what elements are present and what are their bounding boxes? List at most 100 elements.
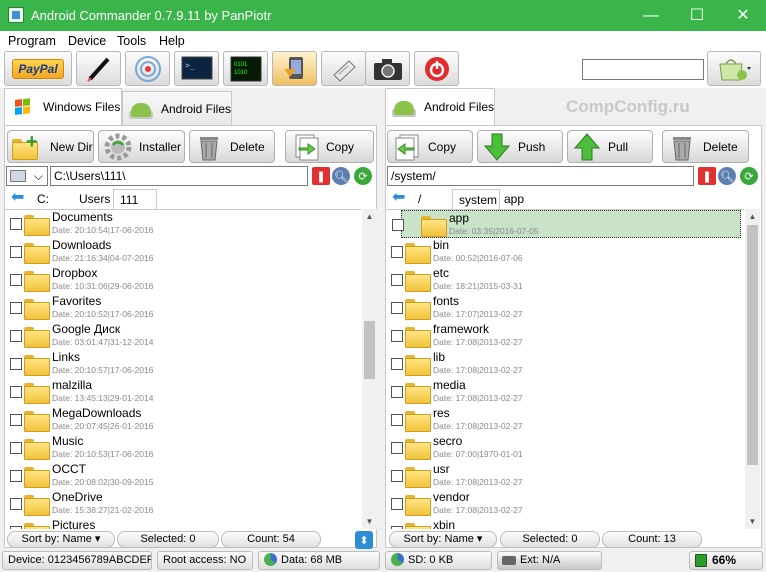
- matrix-button[interactable]: 0101 1010: [223, 51, 268, 86]
- menu-tools[interactable]: Tools: [117, 34, 146, 48]
- list-item[interactable]: Downloads Date: 21:16:34|04-07-2016: [5, 238, 361, 266]
- push-button[interactable]: Push: [477, 130, 563, 163]
- install-button[interactable]: [272, 51, 317, 86]
- new-dir-button[interactable]: + New Dir: [7, 130, 94, 163]
- tab-android-files-right[interactable]: Android Files: [385, 88, 495, 125]
- checkbox[interactable]: [10, 246, 22, 258]
- checkbox[interactable]: [391, 274, 403, 286]
- checkbox[interactable]: [391, 470, 403, 482]
- checkbox[interactable]: [10, 302, 22, 314]
- crumb-app[interactable]: app: [498, 189, 530, 209]
- right-scrollbar[interactable]: ▲ ▼: [745, 209, 760, 529]
- checkbox[interactable]: [10, 442, 22, 454]
- market-button[interactable]: [707, 51, 761, 86]
- list-item[interactable]: Documents Date: 20:10:54|17-06-2016: [5, 210, 361, 238]
- scroll-down-icon[interactable]: ▼: [745, 514, 760, 529]
- list-item[interactable]: usr Date: 17:08|2013-02-27: [386, 462, 744, 490]
- right-delete-button[interactable]: Delete: [662, 130, 749, 163]
- list-item[interactable]: OCCT Date: 20:08:02|30-09-2015: [5, 462, 361, 490]
- list-item[interactable]: Music Date: 20:10:53|17-06-2016: [5, 434, 361, 462]
- wireless-button[interactable]: [125, 51, 170, 86]
- checkbox[interactable]: [391, 358, 403, 370]
- list-item[interactable]: fonts Date: 17:07|2013-02-27: [386, 294, 744, 322]
- tab-android-files[interactable]: Android Files: [122, 91, 232, 125]
- bookmark-icon[interactable]: ❚: [698, 167, 716, 185]
- list-item[interactable]: malzilla Date: 13:45:13|29-01-2014: [5, 378, 361, 406]
- minimize-button[interactable]: —: [628, 0, 674, 31]
- power-button[interactable]: [414, 51, 459, 86]
- list-item[interactable]: vendor Date: 17:08|2013-02-27: [386, 490, 744, 518]
- pull-button[interactable]: Pull: [567, 130, 653, 163]
- checkbox[interactable]: [391, 498, 403, 510]
- checkbox[interactable]: [391, 526, 403, 529]
- screenshot-button[interactable]: [365, 51, 410, 86]
- refresh-icon[interactable]: ⟳: [740, 167, 758, 185]
- list-item[interactable]: app Date: 03:35|2016-07-05: [392, 210, 741, 238]
- terminal-button[interactable]: >_: [174, 51, 219, 86]
- list-item[interactable]: Favorites Date: 20:10:52|17-06-2016: [5, 294, 361, 322]
- list-item[interactable]: Links Date: 20:10:57|17-06-2016: [5, 350, 361, 378]
- checkbox[interactable]: [391, 386, 403, 398]
- checkbox[interactable]: [10, 274, 22, 286]
- scroll-thumb[interactable]: [747, 225, 758, 465]
- checkbox[interactable]: [391, 330, 403, 342]
- drive-select[interactable]: ⌵: [6, 166, 48, 186]
- list-item[interactable]: media Date: 17:08|2013-02-27: [386, 378, 744, 406]
- list-item[interactable]: Pictures: [5, 518, 361, 529]
- checkbox[interactable]: [10, 414, 22, 426]
- menu-help[interactable]: Help: [159, 34, 185, 48]
- checkbox[interactable]: [391, 246, 403, 258]
- list-item[interactable]: MegaDownloads Date: 20:07:45|26-01-2016: [5, 406, 361, 434]
- info-icon[interactable]: ⬍: [355, 531, 373, 549]
- list-item[interactable]: etc Date: 18:21|2015-03-31: [386, 266, 744, 294]
- checkbox[interactable]: [10, 526, 22, 529]
- checkbox[interactable]: [10, 498, 22, 510]
- list-item[interactable]: OneDrive Date: 15:38:27|21-02-2016: [5, 490, 361, 518]
- edit-button[interactable]: [76, 51, 121, 86]
- left-sort-dropdown[interactable]: Sort by: Name ▾: [7, 531, 115, 548]
- crumb-current[interactable]: 111: [113, 189, 157, 209]
- list-item[interactable]: xbin: [386, 518, 744, 529]
- keyboard-button[interactable]: [321, 51, 366, 86]
- scroll-down-icon[interactable]: ▼: [362, 514, 377, 529]
- maximize-button[interactable]: ☐: [674, 0, 720, 31]
- left-path-input[interactable]: C:\Users\111\: [50, 166, 308, 186]
- checkbox[interactable]: [391, 302, 403, 314]
- list-item[interactable]: bin Date: 00:52|2016-07-06: [386, 238, 744, 266]
- menu-device[interactable]: Device: [68, 34, 106, 48]
- scroll-up-icon[interactable]: ▲: [745, 209, 760, 224]
- bookmark-icon[interactable]: ❚: [312, 167, 330, 185]
- checkbox[interactable]: [10, 470, 22, 482]
- scroll-up-icon[interactable]: ▲: [362, 209, 377, 224]
- checkbox[interactable]: [392, 219, 404, 231]
- list-item[interactable]: secro Date: 07:00|1970-01-01: [386, 434, 744, 462]
- right-path-input[interactable]: /system/: [387, 166, 694, 186]
- back-arrow-icon[interactable]: ⬅: [386, 189, 411, 209]
- crumb-system[interactable]: system: [452, 189, 500, 209]
- left-delete-button[interactable]: Delete: [189, 130, 275, 163]
- checkbox[interactable]: [10, 218, 22, 230]
- tab-windows-files[interactable]: Windows Files: [4, 88, 122, 125]
- checkbox[interactable]: [10, 358, 22, 370]
- checkbox[interactable]: [10, 386, 22, 398]
- left-scrollbar[interactable]: ▲ ▼: [362, 209, 377, 529]
- menu-program[interactable]: Program: [8, 34, 56, 48]
- right-copy-button[interactable]: Copy: [387, 130, 473, 163]
- left-copy-button[interactable]: Copy: [285, 130, 374, 163]
- checkbox[interactable]: [10, 330, 22, 342]
- crumb-drive[interactable]: C:: [31, 189, 55, 209]
- close-button[interactable]: ✕: [720, 0, 766, 31]
- toolbar-search-input[interactable]: [582, 59, 704, 80]
- checkbox[interactable]: [391, 414, 403, 426]
- refresh-icon[interactable]: ⟳: [354, 167, 372, 185]
- search-icon[interactable]: 🔍︎: [332, 167, 350, 185]
- crumb-root[interactable]: /: [412, 189, 427, 209]
- checkbox[interactable]: [391, 442, 403, 454]
- list-item[interactable]: Google Диск Date: 03:01:47|31-12-2014: [5, 322, 361, 350]
- search-icon[interactable]: 🔍︎: [718, 167, 736, 185]
- right-sort-dropdown[interactable]: Sort by: Name ▾: [389, 531, 497, 548]
- back-arrow-icon[interactable]: ⬅: [5, 189, 30, 209]
- installer-button[interactable]: Installer: [98, 130, 185, 163]
- crumb-users[interactable]: Users: [73, 189, 116, 209]
- list-item[interactable]: Dropbox Date: 10:31:06|29-06-2016: [5, 266, 361, 294]
